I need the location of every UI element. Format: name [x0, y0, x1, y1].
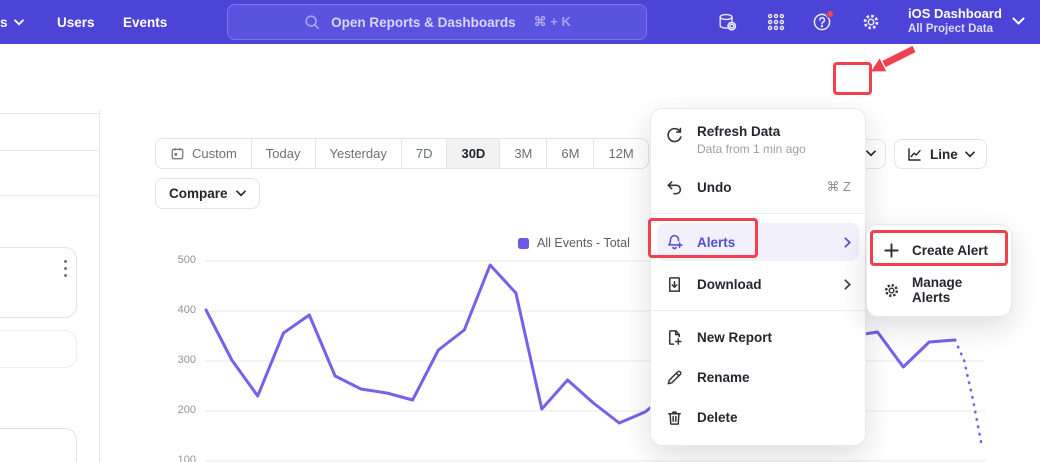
gear-icon[interactable]: [861, 12, 881, 32]
project-switcher[interactable]: iOS Dashboard All Project Data: [908, 5, 1002, 37]
report-header: [0, 44, 1040, 108]
chevron-right-icon: [844, 237, 851, 248]
menu-item-label: Rename: [697, 370, 851, 385]
compare-button[interactable]: Compare: [155, 178, 260, 209]
undo-icon: [665, 178, 684, 197]
range-6m[interactable]: 6M: [547, 139, 594, 168]
y-axis-tick-300: 300: [168, 354, 196, 366]
menu-item-label: Alerts: [697, 235, 831, 250]
calendar-icon: [170, 146, 185, 161]
legend-swatch: [518, 238, 529, 249]
top-navigation-bar: s Users Events Open Reports & Dashboards…: [0, 0, 1040, 44]
alerts-submenu: Create Alert Manage Alerts: [866, 224, 1012, 317]
gear-icon: [883, 282, 900, 299]
alert-bell-plus-icon: [665, 233, 684, 252]
left-panel-top-border: [0, 113, 99, 114]
dashboard-name: iOS Dashboard: [908, 5, 1002, 22]
refresh-icon: [665, 126, 684, 145]
nav-item-partial[interactable]: s: [0, 0, 24, 44]
query-card[interactable]: [0, 428, 77, 462]
pencil-icon: [665, 368, 684, 387]
query-card[interactable]: [0, 330, 77, 368]
download-document-icon: [665, 275, 684, 294]
chevron-right-icon: [844, 279, 851, 290]
search-input[interactable]: Open Reports & Dashboards ⌘ + K: [227, 4, 647, 40]
menu-item-download[interactable]: Download: [651, 264, 865, 304]
y-axis-tick-500: 500: [168, 254, 196, 266]
menu-item-new-report[interactable]: New Report: [651, 317, 865, 357]
line-chart-icon: [906, 146, 923, 163]
range-30d-selected[interactable]: 30D: [447, 139, 500, 168]
date-range-picker: Custom Today Yesterday 7D 30D 3M 6M 12M: [155, 138, 649, 169]
range-yesterday[interactable]: Yesterday: [316, 139, 402, 168]
left-panel-row-divider: [0, 195, 98, 196]
trash-icon: [665, 408, 684, 427]
submenu-item-create-alert[interactable]: Create Alert: [873, 231, 1005, 271]
range-custom[interactable]: Custom: [156, 139, 252, 168]
y-axis-tick-400: 400: [168, 304, 196, 316]
menu-item-label: Refresh Data: [697, 124, 806, 139]
chevron-down-icon: [236, 190, 246, 197]
submenu-item-label: Manage Alerts: [912, 275, 995, 305]
search-icon: [303, 13, 321, 31]
legend-label: All Events - Total: [537, 236, 630, 250]
submenu-item-manage-alerts[interactable]: Manage Alerts: [873, 271, 1005, 311]
menu-item-label: Delete: [697, 410, 851, 425]
chevron-down-icon: [965, 151, 975, 158]
chart-type-button[interactable]: Line: [894, 139, 987, 169]
report-options-menu: Refresh Data Data from 1 min ago Undo ⌘ …: [650, 108, 866, 446]
chevron-down-icon: [866, 150, 876, 157]
chart-legend: All Events - Total: [518, 236, 630, 250]
range-today[interactable]: Today: [252, 139, 316, 168]
plus-icon: [883, 242, 900, 259]
undo-shortcut: ⌘ Z: [826, 179, 851, 195]
left-panel-row-divider: [0, 150, 98, 151]
menu-item-label: Download: [697, 277, 831, 292]
menu-item-label: Undo: [697, 180, 813, 195]
project-name: All Project Data: [908, 22, 1002, 37]
menu-item-label: New Report: [697, 330, 851, 345]
menu-item-refresh-data[interactable]: Refresh Data Data from 1 min ago: [651, 115, 865, 167]
help-icon[interactable]: [812, 12, 832, 32]
menu-item-rename[interactable]: Rename: [651, 357, 865, 397]
app-window: 500 400 300 200 100 All Events - Total C…: [0, 0, 1040, 462]
range-7d[interactable]: 7D: [402, 139, 448, 168]
new-report-icon: [665, 328, 684, 347]
menu-item-undo[interactable]: Undo ⌘ Z: [651, 167, 865, 207]
left-panel-border: [99, 110, 100, 462]
trend-line-projected: [955, 340, 982, 447]
nav-item-events[interactable]: Events: [123, 0, 167, 44]
menu-divider: [651, 310, 865, 311]
nav-item-users[interactable]: Users: [57, 0, 95, 44]
query-card[interactable]: [0, 247, 77, 318]
data-management-icon[interactable]: [717, 12, 737, 32]
chevron-down-icon[interactable]: [1012, 17, 1025, 26]
search-placeholder: Open Reports & Dashboards: [331, 15, 516, 30]
apps-grid-icon[interactable]: [766, 12, 786, 32]
kebab-menu-icon[interactable]: [64, 260, 67, 277]
notification-dot: [826, 10, 834, 18]
y-axis-tick-200: 200: [168, 404, 196, 416]
search-shortcut: ⌘ + K: [534, 14, 571, 30]
range-12m[interactable]: 12M: [594, 139, 647, 168]
menu-item-delete[interactable]: Delete: [651, 397, 865, 437]
range-3m[interactable]: 3M: [500, 139, 547, 168]
menu-item-alerts[interactable]: Alerts: [651, 220, 865, 264]
y-axis-tick-100: 100: [168, 454, 196, 462]
chevron-down-icon: [14, 19, 24, 26]
refresh-status-text: Data from 1 min ago: [697, 142, 806, 156]
menu-divider: [651, 213, 865, 214]
submenu-item-label: Create Alert: [912, 243, 988, 258]
